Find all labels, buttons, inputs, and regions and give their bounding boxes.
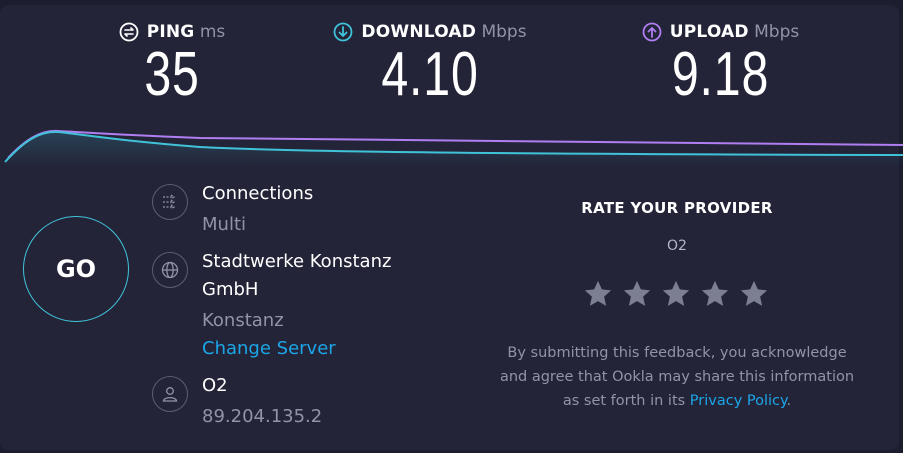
star-icon[interactable] [661, 279, 691, 309]
ping-label: PING [146, 22, 195, 42]
disclaimer-line-2: and agree that Ookla may share this info… [499, 369, 855, 385]
disclaimer-line-3: as set forth in its [562, 393, 686, 409]
connections-title: Connections [202, 183, 314, 204]
go-button[interactable]: GO [23, 216, 129, 322]
ping-value: 35 [144, 40, 200, 109]
connections-value[interactable]: Multi [202, 214, 246, 235]
upload-value: 9.18 [671, 40, 770, 109]
download-metric: DOWNLOAD Mbps 4.10 [325, 22, 535, 106]
star-icon[interactable] [583, 279, 613, 309]
feedback-disclaimer: By submitting this feedback, you acknowl… [477, 341, 877, 413]
download-graph-fill [5, 131, 903, 168]
upload-metric: UPLOAD Mbps 9.18 [633, 22, 808, 106]
disclaimer-line-1: By submitting this feedback, you acknowl… [507, 345, 847, 361]
go-label: GO [55, 255, 97, 283]
user-icon [152, 376, 188, 412]
ping-unit: ms [199, 22, 226, 42]
star-icon[interactable] [622, 279, 652, 309]
connections-icon [152, 184, 188, 220]
ping-icon [119, 22, 139, 42]
rate-provider-isp: O2 [667, 238, 687, 254]
upload-unit: Mbps [754, 22, 800, 42]
download-value: 4.10 [381, 40, 479, 109]
globe-icon [152, 252, 188, 288]
provider-ip: 89.204.135.2 [202, 406, 323, 427]
privacy-policy-link[interactable]: Privacy Policy [690, 393, 787, 409]
rating-stars [583, 279, 769, 309]
upload-arrow-icon [642, 22, 662, 42]
server-location: Konstanz [202, 310, 284, 331]
download-unit: Mbps [481, 22, 527, 42]
upload-label: UPLOAD [669, 22, 749, 42]
rate-provider-title: RATE YOUR PROVIDER [581, 199, 773, 217]
download-label: DOWNLOAD [361, 22, 477, 42]
download-arrow-icon [334, 22, 353, 42]
star-icon[interactable] [700, 279, 730, 309]
ping-metric: PING ms 35 [112, 22, 232, 106]
server-name-line2: GmbH [202, 279, 259, 300]
server-name-line1: Stadtwerke Konstanz [202, 251, 392, 272]
speed-graph [4, 129, 903, 168]
change-server-link[interactable]: Change Server [202, 338, 336, 359]
disclaimer-period: . [786, 393, 792, 409]
star-icon[interactable] [739, 279, 769, 309]
provider-name: O2 [202, 375, 228, 396]
